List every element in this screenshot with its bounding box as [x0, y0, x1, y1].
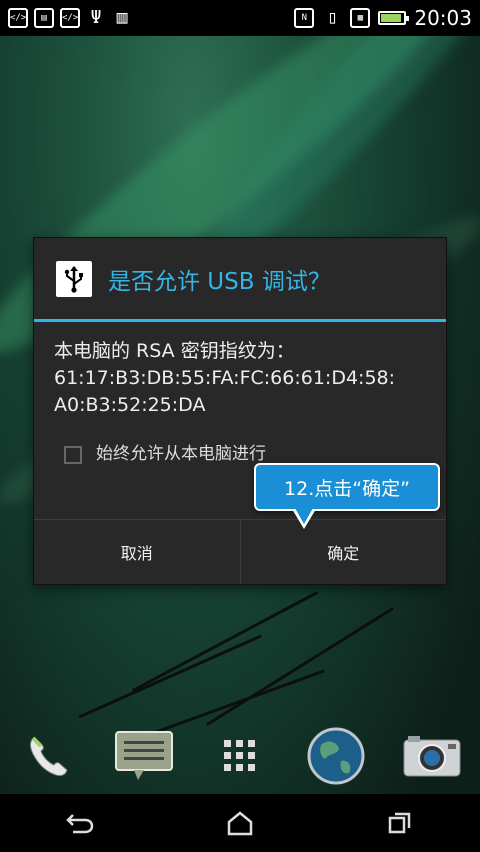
barcode-icon: ▥ — [116, 7, 128, 28]
app-drawer-icon[interactable] — [208, 724, 272, 788]
battery-charging-icon — [378, 11, 410, 25]
fingerprint-line-1: 61:17:B3:DB:55:FA:FC:66:61:D4:58: — [54, 367, 396, 389]
dialog-body: 本电脑的 RSA 密钥指纹为： 61:17:B3:DB:55:FA:FC:66:… — [34, 322, 446, 468]
navigation-bar — [0, 794, 480, 852]
phone-icon[interactable] — [16, 724, 80, 788]
callout-pointer — [292, 508, 316, 529]
dialog-header: 是否允许 USB 调试？ — [34, 238, 446, 322]
clock: 20:03 — [414, 6, 472, 30]
fingerprint-line-2: A0:B3:52:25:DA — [54, 394, 206, 416]
code-icon: </> — [8, 8, 28, 28]
home-icon[interactable] — [210, 798, 270, 848]
dialog-buttons: 取消 确定 — [34, 519, 446, 584]
recents-icon[interactable] — [370, 798, 430, 848]
back-icon[interactable] — [50, 798, 110, 848]
vibrate-icon: ▯ — [326, 7, 338, 28]
ok-button[interactable]: 确定 — [239, 520, 447, 584]
usb-icon — [56, 260, 92, 297]
camera-icon[interactable] — [400, 724, 464, 788]
code-icon: </> — [60, 8, 80, 28]
usb-icon: Ψ — [90, 7, 102, 28]
browser-globe-icon[interactable] — [304, 724, 368, 788]
always-allow-label: 始终允许从本电脑进行 — [96, 444, 266, 464]
always-allow-checkbox[interactable] — [64, 445, 82, 464]
keyboard-icon: ▤ — [34, 8, 54, 28]
dialog-title: 是否允许 USB 调试？ — [108, 268, 331, 295]
sim-icon: ▦ — [350, 8, 371, 28]
tutorial-callout: 12.点击“确定” — [254, 463, 440, 511]
fingerprint-intro: 本电脑的 RSA 密钥指纹为： — [54, 340, 295, 362]
home-dock — [0, 718, 480, 794]
status-bar: </> ▤ </> Ψ ▥ N ▯ ▦ 20:03 — [0, 0, 480, 36]
cancel-button[interactable]: 取消 — [34, 520, 240, 584]
usb-debugging-dialog: 是否允许 USB 调试？ 本电脑的 RSA 密钥指纹为： 61:17:B3:DB… — [34, 238, 446, 584]
messages-icon[interactable] — [112, 724, 176, 788]
nfc-icon: N — [294, 8, 315, 28]
